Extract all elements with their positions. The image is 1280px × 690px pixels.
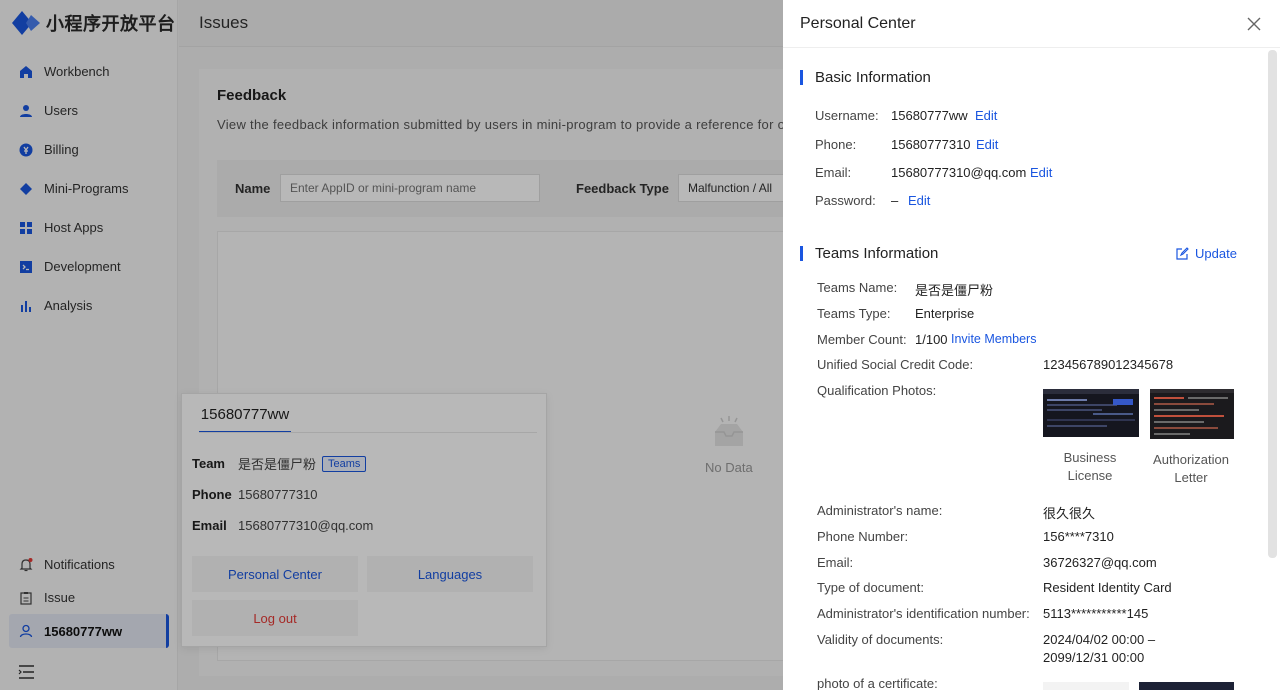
teams-name-label: Teams Name: <box>817 280 898 295</box>
doc-type-label: Type of document: <box>817 580 924 595</box>
drawer-header: Personal Center <box>783 0 1280 48</box>
drawer-title: Personal Center <box>800 15 916 32</box>
member-count-label: Member Count: <box>817 332 907 347</box>
validity-end: 2099/12/31 00:00 <box>1043 650 1145 665</box>
admin-phone-value: 156****7310 <box>1043 529 1114 544</box>
credit-code-label: Unified Social Credit Code: <box>817 357 974 372</box>
admin-phone-label: Phone Number: <box>817 529 909 544</box>
admin-email-label: Email: <box>817 555 854 570</box>
business-license-caption: Business License <box>1063 450 1117 483</box>
edit-password-link[interactable]: Edit <box>908 193 930 208</box>
admin-name-value: 很久很久 <box>1043 506 1096 521</box>
authorization-letter-photo[interactable] <box>1150 389 1234 439</box>
basic-info-title: Basic Information <box>815 69 931 86</box>
doc-type-value: Resident Identity Card <box>1043 580 1172 595</box>
teams-name-value: 是否是僵尸粉 <box>915 283 994 298</box>
section-marker <box>800 246 803 261</box>
teams-info-title: Teams Information <box>815 245 939 262</box>
validity-label: Validity of documents: <box>817 632 944 647</box>
certificate-photo-back[interactable] <box>1139 682 1234 690</box>
member-count-value: 1/100 <box>915 332 948 347</box>
edit-icon[interactable] <box>1176 247 1189 260</box>
drawer-scrollbar[interactable] <box>1268 50 1277 558</box>
id-number-label: Administrator's identification number: <box>817 606 1030 621</box>
password-label: Password: <box>815 193 876 208</box>
certificate-photo-label: photo of a certificate: <box>817 676 938 690</box>
email-value: 15680777310@qq.com <box>891 165 1027 180</box>
teams-type-label: Teams Type: <box>817 306 891 321</box>
screenshot-thumbnail-icon <box>1150 389 1234 439</box>
update-teams-link[interactable]: Update <box>1195 246 1237 261</box>
email-label: Email: <box>815 165 852 180</box>
admin-email-value: 36726327@qq.com <box>1043 555 1157 570</box>
validity-start: 2024/04/02 00:00 – <box>1043 632 1156 647</box>
edit-username-link[interactable]: Edit <box>975 108 997 123</box>
username-label: Username: <box>815 108 879 123</box>
edit-phone-link[interactable]: Edit <box>976 137 998 152</box>
screenshot-thumbnail-icon <box>1043 389 1139 437</box>
qualification-photos-label: Qualification Photos: <box>817 383 937 398</box>
section-marker <box>800 70 803 85</box>
password-value: – <box>891 193 899 208</box>
username-value: 15680777ww <box>891 108 968 123</box>
admin-name-label: Administrator's name: <box>817 503 943 518</box>
credit-code-value: 123456789012345678 <box>1043 357 1174 372</box>
phone-value: 15680777310 <box>891 137 971 152</box>
id-number-value: 5113***********145 <box>1043 606 1149 621</box>
close-icon[interactable] <box>1247 17 1261 31</box>
certificate-photo-front[interactable] <box>1043 682 1129 690</box>
phone-label: Phone: <box>815 137 857 152</box>
business-license-photo[interactable] <box>1043 389 1139 437</box>
teams-type-value: Enterprise <box>915 306 975 321</box>
edit-email-link[interactable]: Edit <box>1030 165 1052 180</box>
invite-members-link[interactable]: Invite Members <box>951 332 1036 346</box>
authorization-letter-caption: Authorization Letter <box>1153 452 1229 485</box>
